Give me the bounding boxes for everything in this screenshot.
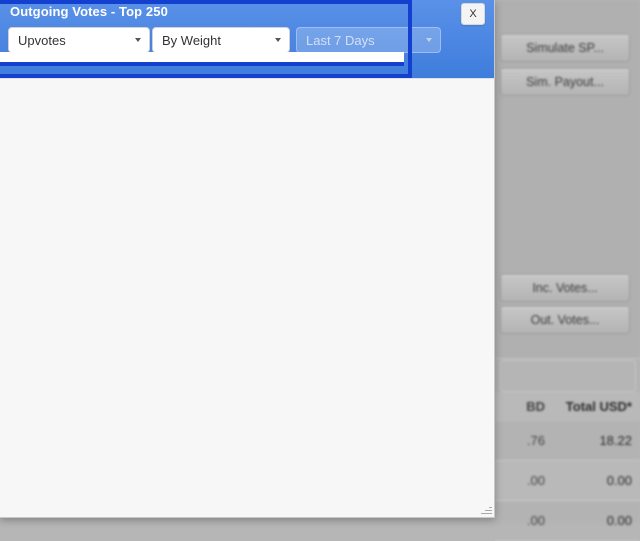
background-row bbox=[495, 162, 640, 231]
payout-table: BD Total USD* .76 18.22 .00 0.00 .00 0.0… bbox=[495, 392, 640, 541]
cell-sbd: .00 bbox=[526, 473, 545, 488]
simulate-sp-button[interactable]: Simulate SP... bbox=[500, 34, 630, 62]
cell-sbd: .00 bbox=[526, 513, 545, 528]
column-header-total-usd: Total USD* bbox=[565, 398, 632, 414]
close-button[interactable]: X bbox=[461, 3, 485, 25]
background-row bbox=[495, 0, 640, 27]
table-header-row: BD Total USD* bbox=[495, 392, 640, 421]
sort-by-value: By Weight bbox=[162, 32, 222, 48]
cell-total: 0.00 bbox=[606, 513, 632, 528]
table-row: .00 0.00 bbox=[495, 501, 640, 541]
cell-total: 0.00 bbox=[606, 473, 632, 488]
dialog-content-area bbox=[0, 78, 494, 517]
background-row bbox=[495, 230, 640, 279]
dialog-title: Outgoing Votes - Top 250 bbox=[10, 4, 168, 19]
cell-total: 18.22 bbox=[599, 433, 632, 448]
background-panel bbox=[500, 360, 636, 392]
period-value: Last 7 Days bbox=[306, 32, 375, 48]
cell-sbd: .76 bbox=[526, 433, 545, 448]
chevron-down-icon bbox=[426, 38, 432, 42]
background-row bbox=[495, 118, 640, 163]
outgoing-votes-dialog: Outgoing Votes - Top 250 Upvotes By Weig… bbox=[0, 0, 495, 518]
chevron-down-icon bbox=[135, 38, 141, 42]
table-row: .00 0.00 bbox=[495, 461, 640, 501]
chevron-down-icon bbox=[275, 38, 281, 42]
sim-payout-button[interactable]: Sim. Payout... bbox=[500, 68, 630, 96]
dialog-header: Outgoing Votes - Top 250 Upvotes By Weig… bbox=[0, 0, 494, 78]
column-header-sbd: BD bbox=[526, 398, 545, 414]
resize-handle[interactable] bbox=[480, 503, 492, 515]
sort-by-select[interactable]: By Weight bbox=[152, 27, 290, 53]
period-select: Last 7 Days bbox=[296, 27, 441, 53]
inc-votes-button[interactable]: Inc. Votes... bbox=[500, 274, 630, 302]
vote-type-value: Upvotes bbox=[18, 32, 66, 48]
out-votes-button[interactable]: Out. Votes... bbox=[500, 306, 630, 334]
vote-type-select[interactable]: Upvotes bbox=[8, 27, 150, 53]
table-row: .76 18.22 bbox=[495, 421, 640, 461]
close-icon: X bbox=[469, 8, 477, 20]
background-row bbox=[495, 340, 640, 359]
